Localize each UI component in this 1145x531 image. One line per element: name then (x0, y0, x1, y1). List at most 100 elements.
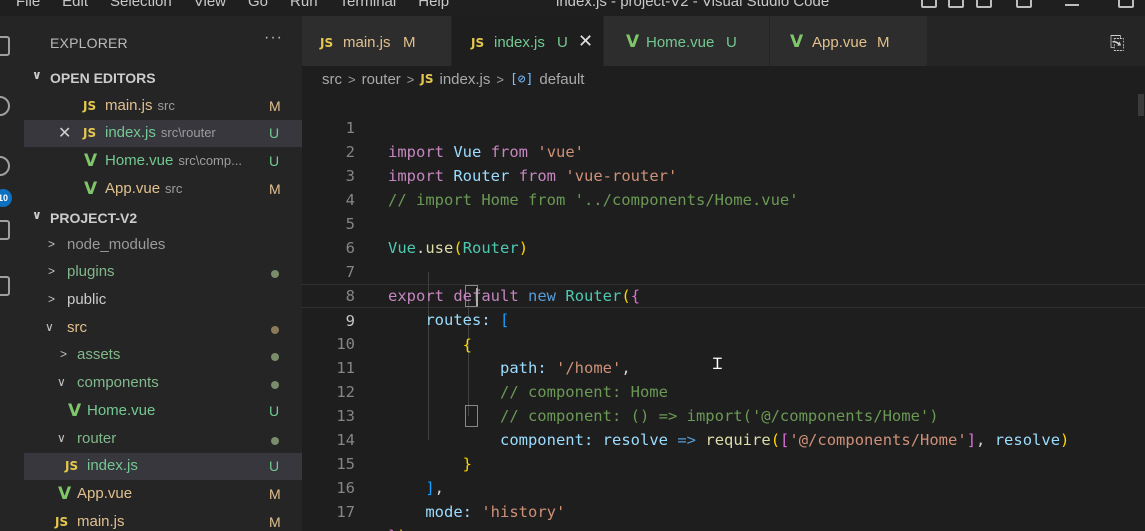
toggle-secondary-sidebar-icon[interactable] (976, 0, 992, 8)
run-debug-icon[interactable] (0, 220, 10, 240)
maximize-icon[interactable] (1118, 0, 1134, 8)
code-line: 4 (302, 164, 1145, 209)
menu-edit[interactable]: Edit (62, 0, 88, 10)
changes-dot (271, 326, 279, 334)
tree-item-label: plugins (67, 263, 115, 280)
chevron-down-icon: ∨ (32, 68, 42, 82)
tree-item-src[interactable]: ∨ src (24, 315, 302, 342)
changes-dot (271, 381, 279, 389)
tree-item-node-modules[interactable]: > node_modules (24, 232, 302, 259)
customize-layout-icon[interactable] (1016, 0, 1032, 8)
tab-index-js[interactable]: JS index.js U ✕ (452, 16, 604, 66)
tree-item-label: router (77, 430, 117, 447)
vue-file-icon: V (58, 484, 72, 504)
title-bar: File Edit Selection View Go Run Terminal… (0, 0, 1145, 16)
tab-main-js[interactable]: JS main.js M (302, 16, 452, 66)
js-file-icon: JS (420, 72, 434, 86)
menu-run[interactable]: Run (290, 0, 318, 10)
tab-status: U (726, 34, 737, 51)
open-editor-main-js[interactable]: JS main.js src M (24, 93, 302, 120)
tree-item-home-vue[interactable]: V Home.vue U (24, 398, 302, 425)
editor-tab-bar: JS main.js M JS index.js U ✕ V Home.vue … (302, 16, 1145, 66)
code-editor[interactable]: 1 import Vue from 'vue' 2 import Router … (302, 92, 1145, 531)
menu-terminal[interactable]: Terminal (340, 0, 397, 10)
minimize-icon[interactable] (1065, 4, 1079, 6)
tab-label: index.js (494, 34, 545, 51)
project-header[interactable]: ∨ PROJECT-V2 (24, 205, 302, 231)
status-badge: U (269, 458, 280, 474)
open-editor-app-vue[interactable]: V App.vue src M (24, 176, 302, 203)
js-file-icon: JS (83, 126, 97, 140)
menu-view[interactable]: View (194, 0, 226, 10)
tree-item-label: Home.vue (87, 402, 156, 419)
tab-home-vue[interactable]: V Home.vue U (604, 16, 770, 66)
code-line: 13 component: resolve => require(['@/com… (302, 380, 1145, 449)
tab-status: U (557, 34, 568, 51)
chevron-down-icon: ∨ (57, 375, 66, 389)
project-label: PROJECT-V2 (50, 210, 138, 226)
activity-bar: 10 (0, 16, 24, 531)
close-icon[interactable]: ✕ (58, 123, 71, 143)
status-badge: U (269, 403, 280, 419)
open-changes-icon[interactable]: ⎘ (1110, 33, 1124, 54)
tree-item-assets[interactable]: > assets (24, 342, 302, 369)
breadcrumb-symbol[interactable]: default (539, 71, 584, 88)
tree-item-public[interactable]: > public (24, 287, 302, 314)
search-icon[interactable] (0, 96, 10, 116)
open-editor-name: Home.vue (105, 152, 174, 169)
menu-go[interactable]: Go (248, 0, 268, 10)
open-editor-path: src (157, 98, 175, 113)
more-actions-icon[interactable]: ··· (264, 29, 283, 47)
breadcrumb-file[interactable]: index.js (439, 71, 490, 88)
vue-file-icon: V (84, 151, 98, 171)
vue-file-icon: V (790, 32, 804, 52)
chevron-down-icon: ∨ (32, 208, 42, 222)
code-line: 10 path: '/home', (302, 308, 1145, 377)
breadcrumb-router[interactable]: router (362, 71, 401, 88)
tree-item-main-js[interactable]: JS main.js M (24, 509, 302, 531)
tree-item-app-vue[interactable]: V App.vue M (24, 481, 302, 508)
source-control-icon[interactable] (0, 156, 10, 176)
js-file-icon: JS (471, 36, 485, 50)
tree-item-index-js[interactable]: JS index.js U (24, 453, 302, 480)
menu-file[interactable]: File (16, 0, 40, 10)
explorer-icon[interactable] (0, 36, 10, 56)
code-line: 16 mode: 'history' (302, 452, 1145, 521)
chevron-down-icon: ∨ (45, 320, 54, 334)
tree-item-router[interactable]: ∨ router (24, 426, 302, 453)
chevron-right-icon: > (348, 71, 356, 87)
status-badge: U (269, 125, 280, 141)
close-icon[interactable]: ✕ (578, 31, 593, 52)
tree-item-label: public (67, 291, 107, 308)
window-title: index.js - project-V2 - Visual Studio Co… (556, 0, 830, 10)
toggle-panel-icon[interactable] (948, 0, 964, 8)
menu-help[interactable]: Help (418, 0, 449, 10)
code-text: mode: 'history' (425, 503, 566, 521)
chevron-right-icon: > (496, 71, 504, 87)
tree-item-label: assets (77, 346, 121, 363)
tab-label: main.js (343, 34, 391, 51)
breadcrumb-src[interactable]: src (322, 71, 342, 88)
open-editor-home-vue[interactable]: V Home.vue src\comp... U (24, 148, 302, 175)
open-editor-index-js[interactable]: ✕ JS index.js src\router U (24, 120, 302, 147)
open-editor-path: src\router (160, 125, 216, 140)
tree-item-plugins[interactable]: > plugins (24, 259, 302, 286)
js-file-icon: JS (83, 99, 97, 113)
tab-app-vue[interactable]: V App.vue M (770, 16, 928, 66)
status-badge: M (269, 486, 281, 502)
extensions-icon[interactable] (0, 276, 10, 296)
vue-file-icon: V (626, 32, 640, 52)
chevron-right-icon: > (48, 292, 56, 306)
open-editor-name: main.js (105, 97, 153, 114)
tab-status: M (403, 34, 416, 51)
menu-selection[interactable]: Selection (110, 0, 172, 10)
breadcrumb: src > router > JS index.js > [⊘] default (322, 69, 584, 89)
changes-dot (271, 437, 279, 445)
open-editor-name: App.vue (105, 180, 161, 197)
toggle-sidebar-icon[interactable] (921, 0, 937, 8)
tree-item-components[interactable]: ∨ components (24, 370, 302, 397)
scrollbar-marker[interactable] (1138, 94, 1144, 116)
code-line: 2 import Router from 'vue-router' (302, 116, 1145, 185)
changes-dot (271, 270, 279, 278)
open-editors-header[interactable]: ∨ OPEN EDITORS (24, 65, 302, 91)
